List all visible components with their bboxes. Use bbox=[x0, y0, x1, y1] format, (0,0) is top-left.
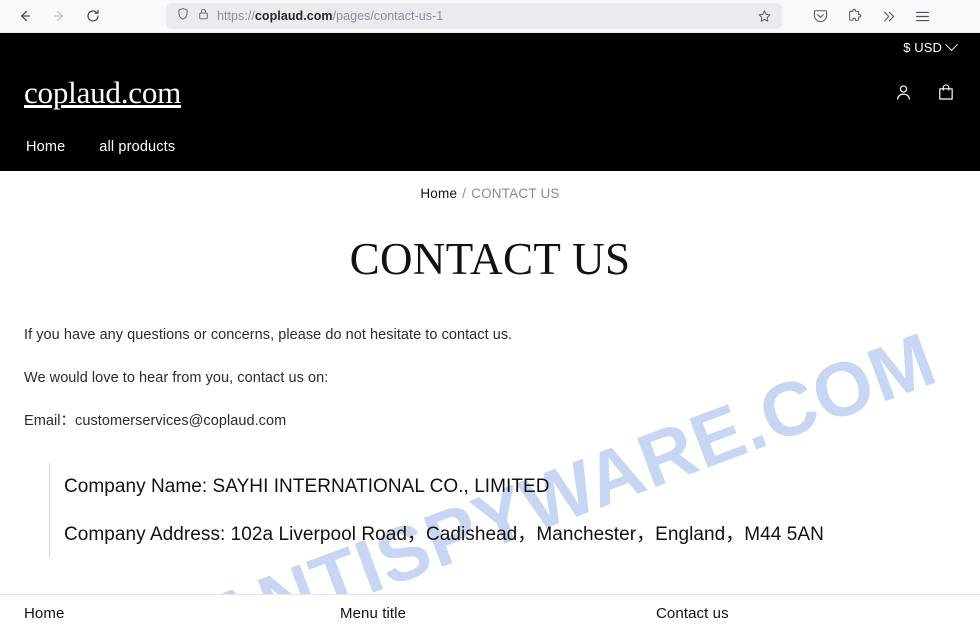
breadcrumb-link-home[interactable]: Home bbox=[420, 186, 457, 201]
nav-item-home[interactable]: Home bbox=[24, 135, 67, 159]
back-arrow-icon bbox=[20, 10, 30, 22]
header-icon-group bbox=[893, 82, 956, 103]
breadcrumb-current: CONTACT US bbox=[471, 186, 560, 201]
app-menu-button[interactable] bbox=[906, 2, 938, 30]
forward-arrow-icon bbox=[54, 10, 64, 22]
page-title: CONTACT US bbox=[349, 234, 631, 284]
chevron-down-icon bbox=[945, 37, 958, 51]
account-button[interactable] bbox=[893, 82, 914, 103]
company-address-line: Company Address: 102a Liverpool Road，Cad… bbox=[64, 523, 824, 545]
footer-column-contact-us[interactable]: Contact us bbox=[656, 605, 956, 622]
reload-button[interactable] bbox=[76, 2, 110, 30]
overflow-chevrons-button[interactable] bbox=[872, 2, 904, 30]
pocket-icon bbox=[813, 9, 827, 22]
breadcrumb: Home / CONTACT US bbox=[0, 171, 980, 201]
site-footer: Home Menu title Contact us bbox=[0, 594, 980, 627]
announcement-bar: $ USD bbox=[0, 33, 980, 61]
address-bar[interactable]: https://coplaud.com/pages/contact-us-1 bbox=[166, 3, 782, 29]
cart-button[interactable] bbox=[936, 82, 956, 103]
person-icon bbox=[897, 84, 910, 100]
shield-icon[interactable] bbox=[176, 7, 190, 26]
url-scheme: https:// bbox=[217, 9, 255, 23]
footer-column-home[interactable]: Home bbox=[24, 605, 340, 622]
site-logo[interactable]: coplaud.com bbox=[24, 77, 181, 108]
url-text: https://coplaud.com/pages/contact-us-1 bbox=[217, 3, 745, 29]
website-viewport: $ USD coplaud.com Home all products MYAN… bbox=[0, 33, 980, 627]
url-domain: coplaud.com bbox=[254, 9, 333, 23]
back-button[interactable] bbox=[8, 2, 42, 30]
company-details-blockquote: Company Name: SAYHI INTERNATIONAL CO., L… bbox=[49, 462, 956, 559]
breadcrumb-separator: / bbox=[462, 186, 467, 201]
puzzle-piece-icon bbox=[848, 8, 861, 21]
lock-icon[interactable] bbox=[197, 7, 210, 26]
contact-email-line: Email：customerservices@coplaud.com bbox=[24, 412, 287, 429]
currency-label: $ USD bbox=[903, 39, 942, 55]
forward-button[interactable] bbox=[42, 2, 76, 30]
footer-columns: Home Menu title Contact us bbox=[0, 595, 980, 622]
currency-selector[interactable]: $ USD bbox=[903, 37, 958, 55]
reload-icon bbox=[87, 9, 99, 22]
page-body: MYANTISPYWARE.COM Home / CONTACT US CONTAC… bbox=[0, 171, 980, 627]
page-rich-text: If you have any questions or concerns, p… bbox=[0, 325, 980, 559]
double-chevron-right-icon bbox=[883, 11, 894, 21]
hamburger-menu-icon bbox=[915, 11, 929, 21]
footer-column-menu-title[interactable]: Menu title bbox=[340, 605, 656, 622]
extensions-button[interactable] bbox=[838, 2, 870, 30]
browser-toolbar-right bbox=[804, 2, 938, 30]
intro-paragraph-2: We would love to hear from you, contact … bbox=[24, 370, 329, 386]
url-path: /pages/contact-us-1 bbox=[332, 9, 444, 23]
page-content: Home / CONTACT US CONTACT US If you have a… bbox=[0, 171, 980, 559]
shopping-bag-icon bbox=[939, 83, 953, 100]
browser-toolbar: https://coplaud.com/pages/contact-us-1 bbox=[0, 0, 980, 33]
nav-item-all-products[interactable]: all products bbox=[97, 135, 177, 159]
intro-paragraph-1: If you have any questions or concerns, p… bbox=[24, 327, 513, 344]
main-navigation: Home all products bbox=[0, 123, 980, 171]
site-masthead: coplaud.com bbox=[0, 61, 980, 123]
bookmark-star-icon[interactable] bbox=[752, 4, 776, 28]
pocket-save-button[interactable] bbox=[804, 2, 836, 30]
company-name-line: Company Name: SAYHI INTERNATIONAL CO., L… bbox=[64, 475, 550, 497]
